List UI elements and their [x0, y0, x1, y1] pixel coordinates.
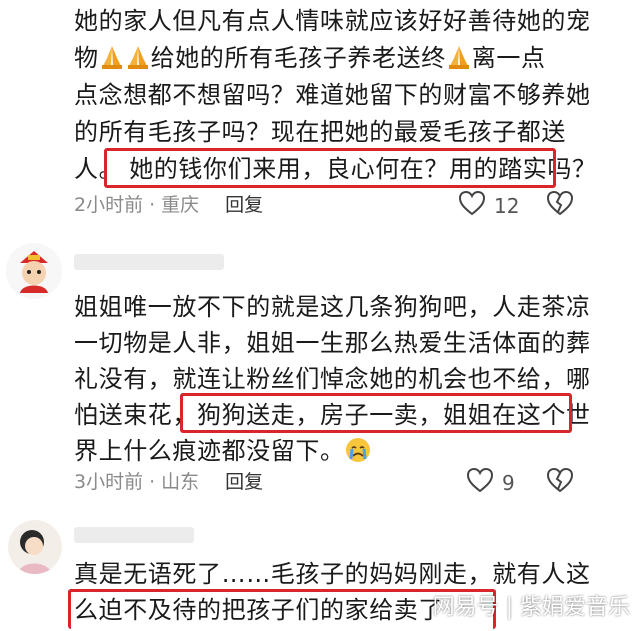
comment-1-meta: 2小时前 · 重庆 回复	[74, 194, 264, 216]
heart-icon[interactable]	[458, 190, 486, 221]
comment-1-line-3: 点念想都不想留吗？难道她留下的财富不够养她	[74, 81, 591, 109]
comment-2-reply-button[interactable]: 回复	[225, 471, 263, 493]
crying-face-icon	[345, 437, 371, 472]
comment-2-like-count: 9	[502, 470, 515, 495]
username-blurred[interactable]	[74, 254, 224, 270]
comment-2-meta: 3小时前 · 山东 回复	[74, 471, 264, 493]
avatar[interactable]	[8, 520, 62, 574]
avatar-image	[8, 520, 62, 574]
comment-2-highlighted-text-b: 界上什么痕迹都没留下。	[74, 437, 345, 465]
comment-1-line-1: 她的家人但凡有点人情味就应该好好善待她的宠	[74, 7, 591, 35]
comment-1-dislike[interactable]	[546, 190, 574, 220]
comment-1-text-a: 物	[74, 44, 99, 72]
comment-1-text-c: 离一点	[471, 44, 546, 72]
heart-icon[interactable]	[466, 467, 494, 498]
comment-1-line-2: 物 给她的所有毛孩子养老送终 离一点	[74, 41, 546, 79]
watermark: 网易号 | 紫娟爱音乐	[432, 595, 630, 620]
praying-hands-icon	[125, 44, 151, 79]
comment-1-location: 重庆	[161, 194, 200, 216]
comment-2-text-a: 怕送束花，	[74, 401, 197, 429]
comment-3-line-1: 真是无语死了……毛孩子的妈妈刚走，就有人这	[74, 560, 591, 588]
comment-2-time: 3小时前	[74, 471, 144, 493]
comment-1-highlight-box	[104, 148, 556, 188]
praying-hands-icon	[446, 44, 472, 79]
avatar[interactable]	[6, 243, 62, 299]
comment-1-line-4: 的所有毛孩子吗？现在把她的最爱毛孩子都送	[74, 118, 566, 146]
comment-2-dislike[interactable]	[546, 467, 574, 497]
comment-2-location: 山东	[161, 471, 200, 493]
dislike-heart-icon[interactable]	[546, 190, 574, 220]
comment-2-line-5: 界上什么痕迹都没留下。	[74, 434, 371, 472]
username-blurred[interactable]	[74, 527, 194, 543]
comment-1-time: 2小时前	[74, 194, 144, 216]
comment-1-like-count: 12	[494, 193, 520, 218]
praying-hands-icon	[99, 44, 125, 79]
comment-2-line-1: 姐姐唯一放不下的就是这几条狗狗吧，人走茶凉	[74, 293, 591, 321]
comment-1-reply-button[interactable]: 回复	[225, 194, 263, 216]
comment-1-like[interactable]: 12	[458, 190, 519, 221]
comment-2-line-3: 礼没有，就连让粉丝们悼念她的机会也不给，哪	[74, 365, 591, 393]
comment-1-text-b: 给她的所有毛孩子养老送终	[150, 44, 446, 72]
dislike-heart-icon[interactable]	[546, 467, 574, 497]
comment-2-line-2: 一切物是人非，姐姐一生那么热爱生活体面的葬	[74, 329, 591, 357]
comment-2-like[interactable]: 9	[466, 467, 515, 498]
comment-2-highlight-box-a	[180, 393, 572, 433]
avatar-image	[6, 243, 62, 299]
